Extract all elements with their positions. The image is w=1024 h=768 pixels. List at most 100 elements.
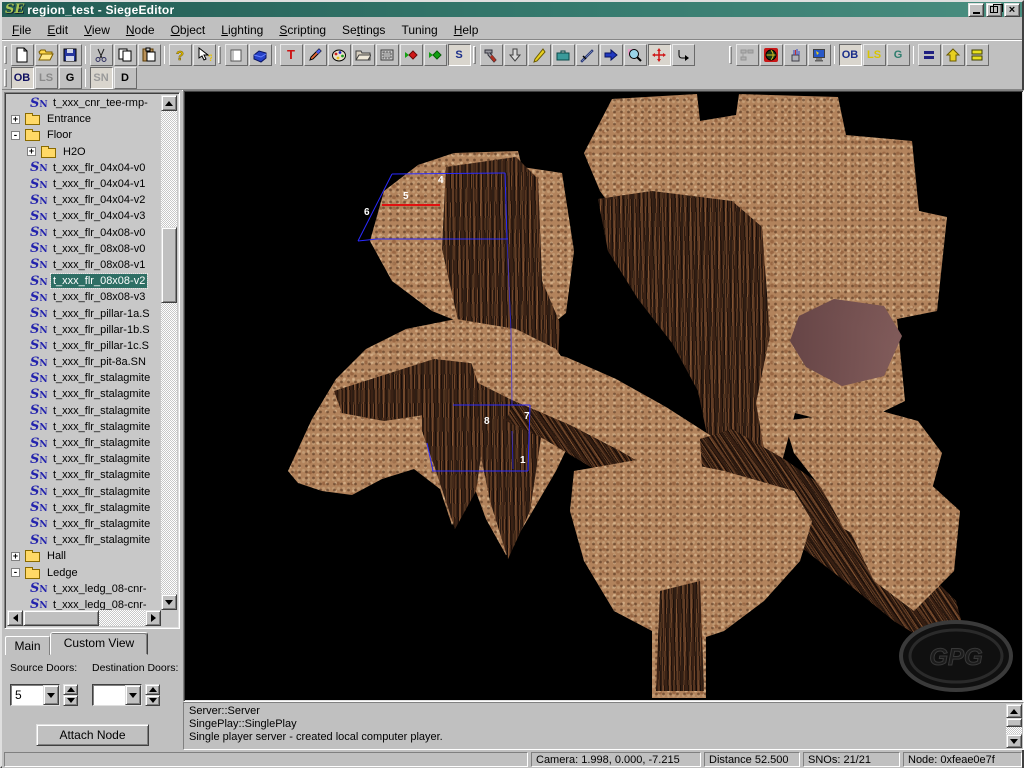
- restore-button[interactable]: [986, 3, 1002, 17]
- menu-item[interactable]: Scripting: [271, 21, 334, 39]
- world-button[interactable]: [760, 44, 783, 66]
- tree-item[interactable]: SN t_xxx_flr_04x08-v0: [7, 225, 161, 241]
- tree-item[interactable]: SN t_xxx_flr_stalagmite: [7, 451, 161, 467]
- mode-d-button[interactable]: D: [114, 67, 137, 89]
- cut-button[interactable]: [90, 44, 113, 66]
- console-log[interactable]: Server::Server SingePlay::SinglePlay Sin…: [186, 704, 1005, 748]
- tree-expander[interactable]: +: [11, 115, 20, 124]
- move-down-button[interactable]: [504, 44, 527, 66]
- scroll-up-button[interactable]: [161, 95, 177, 111]
- scroll-down-button[interactable]: [161, 594, 177, 610]
- console-scrollbar[interactable]: [1006, 704, 1022, 748]
- attach-node-button[interactable]: Attach Node: [36, 724, 149, 746]
- menu-item[interactable]: Edit: [39, 21, 76, 39]
- tree-item[interactable]: - SN Ledge: [7, 564, 161, 580]
- tree-item[interactable]: SN t_xxx_ledg_08-cnr-: [7, 597, 161, 610]
- path-tool-button[interactable]: [672, 44, 695, 66]
- scroll-thumb[interactable]: [1006, 718, 1022, 727]
- tree-item[interactable]: + SN H2O: [7, 144, 161, 160]
- scroll-right-button[interactable]: [145, 610, 161, 626]
- source-doors-select[interactable]: 5: [10, 684, 60, 706]
- context-help-button[interactable]: ?: [193, 44, 216, 66]
- tree-item[interactable]: SN t_xxx_flr_stalagmite: [7, 484, 161, 500]
- toolbox-button[interactable]: [552, 44, 575, 66]
- tree-expander[interactable]: +: [27, 147, 36, 156]
- destination-doors-stepper[interactable]: [145, 684, 160, 706]
- menu-item[interactable]: File: [4, 21, 39, 39]
- scroll-down-button[interactable]: [1006, 734, 1022, 748]
- sword-button[interactable]: [576, 44, 599, 66]
- tree-horizontal-scrollbar[interactable]: [7, 610, 161, 626]
- save-file-button[interactable]: [59, 44, 82, 66]
- mode-sn-button[interactable]: SN: [90, 67, 113, 89]
- toolbar-grip[interactable]: [473, 46, 476, 64]
- snap-toggle-button[interactable]: S: [448, 44, 471, 66]
- new-file-button[interactable]: [11, 44, 34, 66]
- monitor-button[interactable]: [808, 44, 831, 66]
- tree-expander[interactable]: +: [11, 552, 20, 561]
- tree-item[interactable]: + SN Hall: [7, 548, 161, 564]
- jump-to-button[interactable]: [600, 44, 623, 66]
- pen-button[interactable]: [528, 44, 551, 66]
- equals-button[interactable]: [918, 44, 941, 66]
- tree-item[interactable]: SN t_xxx_flr_stalagmite: [7, 467, 161, 483]
- ls-filter-button[interactable]: LS: [863, 44, 886, 66]
- help-button[interactable]: ?: [169, 44, 192, 66]
- toolbar-grip[interactable]: [4, 69, 7, 87]
- tab-custom-view[interactable]: Custom View: [50, 632, 148, 655]
- tree-item[interactable]: SN t_xxx_flr_pillar-1b.S: [7, 322, 161, 338]
- hammer-button[interactable]: [480, 44, 503, 66]
- viewport-canvas[interactable]: 456871 GPG: [184, 91, 1023, 701]
- insert-node-green-button[interactable]: [424, 44, 447, 66]
- tree-item[interactable]: SN t_xxx_flr_pillar-1a.S: [7, 305, 161, 321]
- mode-ob-button[interactable]: OB: [11, 67, 34, 89]
- tree-item[interactable]: - SN Floor: [7, 127, 161, 143]
- mode-g-button[interactable]: G: [59, 67, 82, 89]
- paste-button[interactable]: [138, 44, 161, 66]
- text-tool-button[interactable]: T: [280, 44, 303, 66]
- toolbar-grip[interactable]: [729, 46, 732, 64]
- layers-button[interactable]: [966, 44, 989, 66]
- zoom-region-button[interactable]: [624, 44, 647, 66]
- brushes-button[interactable]: [784, 44, 807, 66]
- tree-item[interactable]: SN t_xxx_flr_04x04-v0: [7, 160, 161, 176]
- notebook-button[interactable]: [225, 44, 248, 66]
- folder-view-button[interactable]: [352, 44, 375, 66]
- destination-doors-select[interactable]: [92, 684, 142, 706]
- insert-node-red-button[interactable]: [400, 44, 423, 66]
- tree-item[interactable]: SN t_xxx_flr_04x04-v1: [7, 176, 161, 192]
- tree-vertical-scrollbar[interactable]: [161, 95, 177, 610]
- tree-item[interactable]: SN t_xxx_flr_08x08-v3: [7, 289, 161, 305]
- tree-expander[interactable]: -: [11, 131, 20, 140]
- tree-expander[interactable]: -: [11, 568, 20, 577]
- dropdown-button[interactable]: [43, 685, 59, 705]
- flowchart-button[interactable]: [736, 44, 759, 66]
- menu-item[interactable]: View: [76, 21, 118, 39]
- open-file-button[interactable]: [35, 44, 58, 66]
- tree-item[interactable]: SN t_xxx_flr_08x08-v0: [7, 241, 161, 257]
- scroll-thumb[interactable]: [23, 610, 99, 626]
- scroll-left-button[interactable]: [7, 610, 23, 626]
- menu-item[interactable]: Settings: [334, 21, 393, 39]
- source-doors-stepper[interactable]: [63, 684, 78, 706]
- tree-item[interactable]: SN t_xxx_ledg_08-cnr-: [7, 581, 161, 597]
- tab-main[interactable]: Main: [5, 636, 50, 655]
- menu-item[interactable]: Tuning: [393, 21, 445, 39]
- tree-item[interactable]: SN t_xxx_flr_08x08-v1: [7, 257, 161, 273]
- menu-item[interactable]: Help: [446, 21, 487, 39]
- menu-item[interactable]: Node: [118, 21, 163, 39]
- menu-item[interactable]: Lighting: [213, 21, 271, 39]
- tree-item[interactable]: SN t_xxx_flr_pillar-1c.S: [7, 338, 161, 354]
- tree-item[interactable]: + SN Entrance: [7, 111, 161, 127]
- tree-item[interactable]: SN t_xxx_flr_stalagmite: [7, 403, 161, 419]
- tree-item[interactable]: SN t_xxx_flr_04x04-v2: [7, 192, 161, 208]
- tree-item[interactable]: SN t_xxx_flr_stalagmite: [7, 532, 161, 548]
- blue-chest-button[interactable]: [249, 44, 272, 66]
- tree-item[interactable]: SN t_xxx_flr_stalagmite: [7, 516, 161, 532]
- tree-item[interactable]: SN t_xxx_flr_pit-8a.SN: [7, 354, 161, 370]
- screenshot-button[interactable]: [376, 44, 399, 66]
- g-filter-button[interactable]: G: [887, 44, 910, 66]
- stepper-up-button[interactable]: [63, 684, 78, 695]
- tree-item[interactable]: SN t_xxx_flr_stalagmite: [7, 435, 161, 451]
- palette-button[interactable]: [328, 44, 351, 66]
